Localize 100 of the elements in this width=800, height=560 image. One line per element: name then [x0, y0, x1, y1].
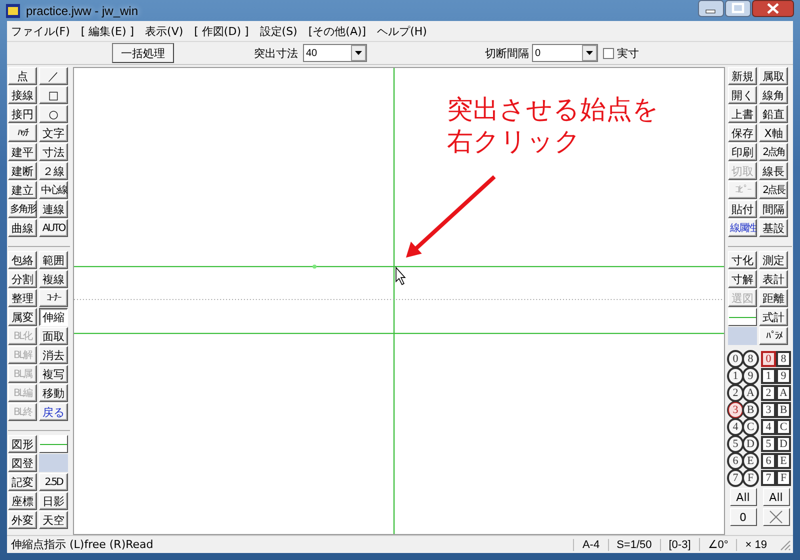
layer-button[interactable]: 7 — [728, 470, 743, 486]
tool-button[interactable]: 線角 — [759, 86, 788, 104]
layer-button[interactable]: 2 — [761, 385, 776, 401]
layer-button[interactable]: All — [762, 488, 790, 506]
tool-button[interactable]: 文字 — [39, 124, 68, 142]
tool-button[interactable]: 多角形 — [8, 200, 37, 218]
tool-button[interactable]: 2.5D — [39, 473, 68, 491]
layer-button[interactable]: 1 — [728, 368, 743, 384]
layer-button[interactable]: B — [776, 402, 791, 418]
tool-button[interactable]: 開く — [728, 86, 757, 104]
layer-button[interactable]: E — [743, 453, 758, 469]
layer-button[interactable]: F — [776, 470, 791, 486]
layer-button[interactable]: C — [743, 419, 758, 435]
layer-button[interactable]: 0 — [728, 351, 743, 367]
menu-item[interactable]: [ 編集(E) ] — [80, 24, 134, 38]
tool-button[interactable]: 日影 — [39, 492, 68, 510]
tool-button[interactable]: 戻る — [39, 403, 68, 421]
tool-button[interactable]: 天空 — [39, 511, 68, 529]
layer-button[interactable]: 5 — [761, 436, 776, 452]
tool-button[interactable]: 連線 — [39, 200, 68, 218]
layer-button[interactable]: 0 — [761, 351, 776, 367]
tool-button[interactable]: ﾊﾟﾗﾒ — [759, 327, 788, 345]
tool-button[interactable]: 保存 — [728, 124, 757, 142]
tool-button[interactable]: 点 — [8, 67, 37, 85]
tool-button[interactable]: 包絡 — [8, 251, 37, 269]
layer-button[interactable]: D — [776, 436, 791, 452]
tool-button[interactable]: 図登 — [8, 454, 37, 472]
tool-button[interactable]: 寸解 — [728, 270, 757, 288]
layer-button[interactable]: B — [743, 402, 758, 418]
layer-button[interactable]: F — [743, 470, 758, 486]
line-sample[interactable] — [39, 435, 68, 453]
layer-button[interactable]: C — [776, 419, 791, 435]
tool-button[interactable]: 消去 — [39, 346, 68, 364]
layer-button[interactable]: 4 — [761, 419, 776, 435]
tool-button[interactable]: 複線 — [39, 270, 68, 288]
menu-item[interactable]: [その他(A)] — [308, 24, 366, 38]
tool-button[interactable]: 図形 — [8, 435, 37, 453]
tool-button[interactable]: 建断 — [8, 162, 37, 180]
layer-button[interactable]: 8 — [776, 351, 791, 367]
layer-button[interactable]: 7 — [761, 470, 776, 486]
menu-item[interactable]: 表示(V) — [145, 24, 184, 38]
layer-button[interactable]: 0 — [730, 508, 756, 526]
tool-button[interactable]: X軸 — [759, 124, 788, 142]
layer-button[interactable]: E — [776, 453, 791, 469]
tool-button[interactable]: 上書 — [728, 105, 757, 123]
dropdown-field[interactable]: 40 — [303, 44, 367, 62]
tool-button[interactable]: 属取 — [759, 67, 788, 85]
tool-button[interactable]: 基設 — [759, 219, 788, 237]
tool-button[interactable]: 2点長 — [759, 181, 788, 199]
tool-button[interactable]: 表計 — [759, 270, 788, 288]
tool-button[interactable]: 記変 — [8, 473, 37, 491]
layer-button[interactable]: A — [776, 385, 791, 401]
tool-button[interactable]: 中心線 — [39, 181, 68, 199]
tool-button[interactable]: 接円 — [8, 105, 37, 123]
tool-button[interactable]: 複写 — [39, 365, 68, 383]
tool-button[interactable]: AUTO — [39, 219, 68, 237]
close-icon[interactable] — [752, 0, 794, 17]
tool-button[interactable]: ２線 — [39, 162, 68, 180]
layer-button[interactable]: 6 — [728, 453, 743, 469]
tool-button[interactable]: 寸法 — [39, 143, 68, 161]
tool-button[interactable]: ／ — [39, 67, 68, 85]
tool-button[interactable]: 間隔 — [759, 200, 788, 218]
tool-button[interactable]: 測定 — [759, 251, 788, 269]
menu-item[interactable]: ファイル(F) — [11, 24, 70, 38]
minimize-icon[interactable] — [698, 0, 724, 17]
layer-button[interactable]: 8 — [743, 351, 758, 367]
clear-button[interactable] — [762, 508, 790, 526]
dropdown-field[interactable]: 0 — [532, 44, 598, 62]
dropdown-icon[interactable] — [582, 45, 597, 61]
tool-button[interactable]: ｺｰﾅｰ — [39, 289, 68, 307]
layer-button[interactable]: 3 — [761, 402, 776, 418]
layer-button[interactable]: 9 — [776, 368, 791, 384]
dropdown-icon[interactable] — [351, 45, 366, 61]
tool-button[interactable]: 貼付 — [728, 200, 757, 218]
tool-button[interactable]: 距離 — [759, 289, 788, 307]
layer-button[interactable]: 4 — [728, 419, 743, 435]
tool-button[interactable]: 接線 — [8, 86, 37, 104]
tool-button[interactable]: 面取 — [39, 327, 68, 345]
layer-button[interactable]: 3 — [728, 402, 743, 418]
tool-button[interactable]: 整理 — [8, 289, 37, 307]
layer-button[interactable]: 1 — [761, 368, 776, 384]
tool-button[interactable]: 2点角 — [759, 143, 788, 161]
tool-button[interactable]: 寸化 — [728, 251, 757, 269]
menu-item[interactable]: [ 作図(D) ] — [194, 24, 249, 38]
tool-button[interactable]: □ — [39, 86, 68, 104]
tool-button[interactable]: 属変 — [8, 308, 37, 326]
layer-button[interactable]: 5 — [728, 436, 743, 452]
tool-button[interactable]: 座標 — [8, 492, 37, 510]
checkbox[interactable] — [603, 48, 614, 58]
tool-button[interactable]: ○ — [39, 105, 68, 123]
tool-button[interactable]: 印刷 — [728, 143, 757, 161]
tool-button[interactable]: 外変 — [8, 511, 37, 529]
layer-button[interactable]: 2 — [728, 385, 743, 401]
layer-button[interactable]: All — [730, 488, 756, 506]
tool-button[interactable]: 移動 — [39, 384, 68, 402]
layer-button[interactable]: D — [743, 436, 758, 452]
tool-button[interactable]: 伸縮 — [39, 308, 68, 326]
menu-item[interactable]: ヘルプ(H) — [377, 24, 427, 38]
tool-button[interactable]: 分割 — [8, 270, 37, 288]
maximize-icon[interactable] — [725, 0, 751, 17]
